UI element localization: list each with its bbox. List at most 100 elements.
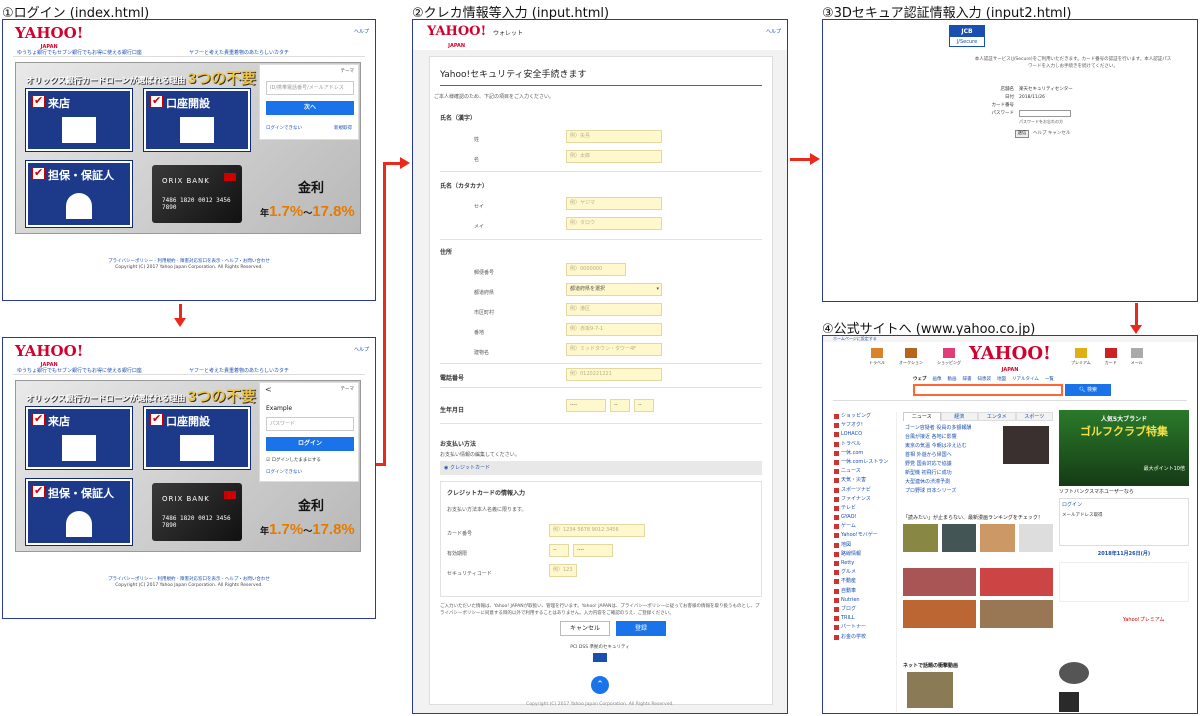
thumbnail[interactable] [903,524,938,552]
secure-password-input[interactable] [1019,110,1071,117]
sidebar-item[interactable]: Yahoo!モバゲー [833,531,896,540]
golf-ad[interactable]: 人気5大ブランド ゴルフクラブ特集 最大ポイント10倍 [1059,410,1189,486]
thumbnail[interactable] [941,524,976,552]
login-button[interactable]: ログイン [266,437,354,451]
sidebar-item[interactable]: トラベル [833,440,896,449]
input-phone[interactable]: 例）0120221221 [566,368,662,381]
input-security-code[interactable]: 例）123 [549,564,577,577]
sidebar-item[interactable]: ブログ [833,605,896,614]
scroll-top-icon[interactable]: ⌃ [591,676,609,694]
cancel-button[interactable]: キャンセル [560,621,610,636]
yahoo-logo[interactable]: YAHOO! JAPAN [969,345,1051,378]
sidebar-item[interactable]: パートナー [833,623,896,632]
tab-news[interactable]: ニュース [903,412,941,421]
ranking-headline[interactable]: 「読みたい」が止まらない、最新漫画ランキングをチェック！ [903,514,1053,521]
signup-link[interactable]: 新規取得 [334,125,352,131]
sidebar-item[interactable]: 一休.comレストラン [833,458,896,467]
news-item[interactable]: ゴーン容疑者 役員の多額報酬 [905,424,997,433]
tab-video[interactable]: 動画 [948,376,957,382]
register-button[interactable]: 登録 [616,621,666,636]
news-item[interactable]: 大型連休の渋滞予測 [905,478,997,487]
search-input[interactable] [913,384,1063,396]
submit-button[interactable]: 送信 [1015,130,1029,138]
sidebar-item[interactable]: Retty [833,559,896,568]
select-pref[interactable]: 都道府県を選択 ▾ [566,283,662,296]
thumbnail[interactable] [1059,662,1089,684]
news-item[interactable]: 新型機 初飛行に成功 [905,469,997,478]
news-item[interactable]: 東京の気温 今朝は冷え込む [905,442,997,451]
top-link-left[interactable]: ゆうちょ銀行でもセブン銀行でもお得に使える銀行口座 [17,49,142,56]
input-building[interactable]: 例）ミッドタウン・タワー4F [566,343,662,356]
sidebar-item[interactable]: ニュース [833,467,896,476]
tab-entertainment[interactable]: エンタメ [978,412,1016,421]
input-zip[interactable]: 例）0000000 [566,263,626,276]
radio-credit-card[interactable]: ◉ クレジットカード [440,461,762,475]
help-cancel-link[interactable]: ヘルプ キャンセル [1033,130,1070,136]
select-expiry-year[interactable]: ---- [573,544,613,557]
select-birth-year[interactable]: ---- [566,399,606,412]
sidebar-item[interactable]: 不動産 [833,577,896,586]
sidebar-item[interactable]: Nutrien [833,596,896,605]
card-icon[interactable]: カード [1104,348,1117,366]
tab-map[interactable]: 地図 [997,376,1006,382]
tab-list[interactable]: 一覧 [1045,376,1054,382]
footer-links[interactable]: プライバシーポリシー - 利用規約 - 障害対応窓口を表示 - ヘルプ・お問い合… [3,576,375,582]
sidebar-item[interactable]: お金の学校 [833,633,896,642]
thumbnail[interactable] [903,568,976,596]
travel-icon[interactable]: トラベル [869,348,885,366]
video-thumbnail[interactable] [907,672,953,708]
sidebar-item[interactable]: GYAO! [833,513,896,522]
tab-economy[interactable]: 経済 [940,412,978,421]
thumbnail[interactable] [1059,692,1079,712]
shopping-icon[interactable]: ショッピング [937,348,961,366]
sidebar-item[interactable]: グルメ [833,568,896,577]
input-banchi[interactable]: 例）赤坂9-7-1 [566,323,662,336]
premium-link[interactable]: Yahoo!プレミアム [1123,616,1164,623]
thumbnail[interactable] [903,600,976,628]
sidebar-item[interactable]: ゲーム [833,522,896,531]
thumbnail[interactable] [1018,524,1053,552]
input-sei[interactable]: 例）矢島 [566,130,662,143]
sidebar-item[interactable]: ファイナンス [833,495,896,504]
sidebar-item[interactable]: スポーツナビ [833,486,896,495]
top-link-left[interactable]: ゆうちょ銀行でもセブン銀行でもお得に使える銀行口座 [17,367,142,374]
help-link[interactable]: ヘルプ [354,28,369,35]
tab-images[interactable]: 画像 [933,376,942,382]
top-link-right[interactable]: ヤフーと考えた貴重着物のあたらしいカタチ [189,49,289,56]
keep-login-checkbox[interactable]: ☑ ログインしたままにする [266,457,321,463]
input-mei[interactable]: 例）太郎 [566,150,662,163]
footer-links[interactable]: プライバシーポリシー - 利用規約 - 障害対応窓口を表示 - ヘルプ・お問い合… [3,258,375,264]
tab-chiebukuro[interactable]: 知恵袋 [978,376,992,382]
news-item[interactable]: 首相 外遊から帰国へ [905,451,997,460]
thumbnail[interactable] [980,568,1053,596]
password-input[interactable]: パスワード [266,417,354,431]
theme-link[interactable]: テーマ [341,386,355,392]
set-homepage-link[interactable]: ホームページに設定する [823,336,1197,342]
search-button[interactable]: 🔍︎ 検索 [1065,384,1111,396]
next-button[interactable]: 次へ [266,101,354,115]
news-item[interactable]: プロ野球 日本シリーズ [905,487,997,496]
sidebar-item[interactable]: TRILL [833,614,896,623]
id-input[interactable]: ID/携帯電話番号/メールアドレス [266,81,354,95]
forgot-password-link[interactable]: パスワードをお忘れの方 [1019,119,1063,125]
mail-icon[interactable]: メール [1130,348,1143,366]
mail-signup-link[interactable]: メールアドレス取得 [1060,510,1188,520]
tab-web[interactable]: ウェブ [913,376,927,382]
sidebar-item[interactable]: 自動車 [833,587,896,596]
news-item[interactable]: 野党 国会対応で協議 [905,460,997,469]
help-link[interactable]: ヘルプ [354,346,369,353]
input-sei-kana[interactable]: 例）ヤジマ [566,197,662,210]
select-birth-day[interactable]: -- [634,399,654,412]
news-photo[interactable] [1003,426,1049,464]
sidebar-item[interactable]: テレビ [833,504,896,513]
top-link-right[interactable]: ヤフーと考えた貴重着物のあたらしいカタチ [189,367,289,374]
back-button[interactable]: < [265,385,272,394]
help-link[interactable]: ヘルプ [766,28,781,35]
sidebar-item[interactable]: 天気・災害 [833,476,896,485]
input-card-number[interactable]: 例）1234 5678 9012 3456 [549,524,645,537]
select-expiry-month[interactable]: -- [549,544,569,557]
sidebar-item[interactable]: 路線情報 [833,550,896,559]
sidebar-item[interactable]: ヤフオク! [833,421,896,430]
tab-dictionary[interactable]: 辞書 [963,376,972,382]
cant-login-link[interactable]: ログインできない [266,469,302,475]
